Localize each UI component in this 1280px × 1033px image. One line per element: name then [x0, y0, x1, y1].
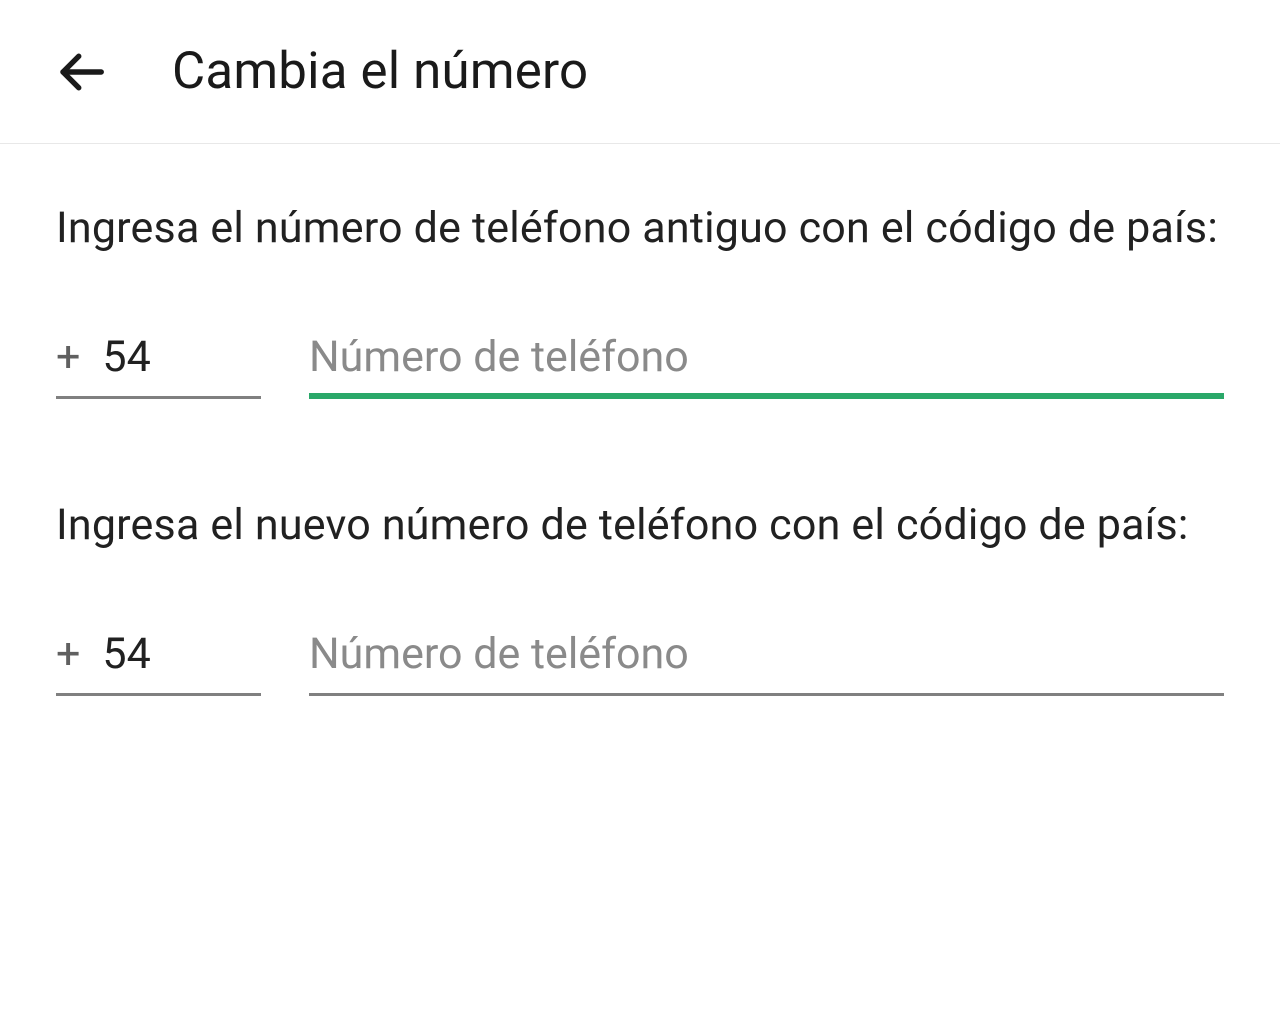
- old-country-code-input[interactable]: [102, 332, 261, 382]
- old-number-section: Ingresa el número de teléfono antiguo co…: [56, 198, 1224, 399]
- new-number-label: Ingresa el nuevo número de teléfono con …: [56, 495, 1224, 555]
- new-country-code-wrapper[interactable]: +: [56, 629, 261, 696]
- plus-icon: +: [56, 629, 80, 679]
- new-phone-input[interactable]: [309, 629, 1224, 679]
- old-number-input-row: +: [56, 332, 1224, 399]
- new-number-input-row: +: [56, 629, 1224, 696]
- old-phone-wrapper[interactable]: [309, 332, 1224, 399]
- old-number-label: Ingresa el número de teléfono antiguo co…: [56, 198, 1224, 258]
- old-country-code-wrapper[interactable]: +: [56, 332, 261, 399]
- arrow-left-icon: [54, 45, 108, 99]
- old-phone-input[interactable]: [309, 332, 1224, 382]
- new-number-section: Ingresa el nuevo número de teléfono con …: [56, 495, 1224, 696]
- content-area: Ingresa el número de teléfono antiguo co…: [0, 144, 1280, 696]
- header-bar: Cambia el número: [0, 0, 1280, 144]
- back-button[interactable]: [54, 45, 108, 99]
- new-phone-wrapper[interactable]: [309, 629, 1224, 696]
- plus-icon: +: [56, 332, 80, 382]
- page-title: Cambia el número: [172, 42, 588, 101]
- new-country-code-input[interactable]: [102, 629, 261, 679]
